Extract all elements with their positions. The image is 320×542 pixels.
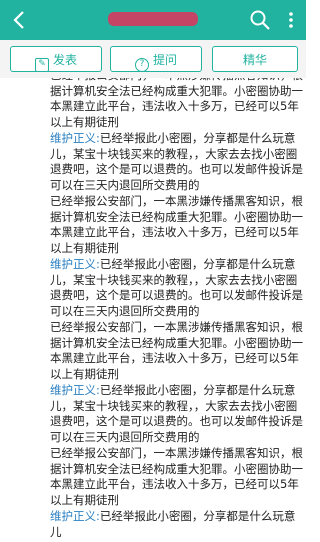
action-bar: ✎ 发表 ? 提问 精华: [0, 40, 306, 78]
post-item: 维护正义:已经举报此小密圈，分享都是什么玩意儿，某宝十块钱买来的教程，，大家去去…: [50, 131, 306, 193]
post-author[interactable]: 维护正义:: [50, 131, 100, 145]
post-item: 已经举报公安部门，一本黑涉嫌传播黑客知识，根据计算机安全法已经构成重大犯罪。小密…: [50, 446, 306, 508]
edit-icon: ✎: [34, 58, 49, 72]
more-vertical-icon[interactable]: [282, 8, 300, 32]
post-item: 已经举报公安部门，一本黑涉嫌传播黑客知识，根据计算机安全法已经构成重大犯罪。小密…: [50, 320, 306, 382]
post-author[interactable]: 维护正义:: [50, 383, 100, 397]
top-bar: [0, 0, 306, 40]
post-author[interactable]: 维护正义:: [50, 509, 100, 523]
post-item: 维护正义:已经举报此小密圈，分享都是什么玩意儿，某宝十块钱买来的教程，，大家去去…: [50, 257, 306, 319]
post-button[interactable]: ✎ 发表: [10, 46, 102, 72]
post-item: 已经举报公安部门，一本黑涉嫌传播黑客知识，根据计算机安全法已经构成重大犯罪。小密…: [50, 78, 306, 130]
ask-button[interactable]: ? 提问: [110, 46, 202, 72]
featured-button-label: 精华: [242, 53, 267, 67]
post-item: 已经举报公安部门，一本黑涉嫌传播黑客知识，根据计算机安全法已经构成重大犯罪。小密…: [50, 194, 306, 256]
post-item: 维护正义:已经举报此小密圈，分享都是什么玩意儿，某宝十块钱买来的教程，，大家去去…: [50, 383, 306, 445]
featured-button[interactable]: 精华: [212, 46, 298, 72]
post-list: 已经举报公安部门，一本黑涉嫌传播黑客知识，根据计算机安全法已经构成重大犯罪。小密…: [50, 78, 306, 542]
search-icon[interactable]: [248, 8, 272, 32]
post-text: 已经举报公安部门，一本黑涉嫌传播黑客知识，根据计算机安全法已经构成重大犯罪。小密…: [50, 320, 303, 381]
post-item: 维护正义:已经举报此小密圈，分享都是什么玩意儿: [50, 509, 306, 540]
post-button-label: 发表: [52, 53, 77, 67]
question-icon: ?: [134, 58, 149, 72]
post-text: 已经举报公安部门，一本黑涉嫌传播黑客知识，根据计算机安全法已经构成重大犯罪。小密…: [50, 194, 303, 255]
redacted-title: [108, 12, 198, 26]
post-author[interactable]: 维护正义:: [50, 257, 100, 271]
ask-button-label: 提问: [152, 53, 177, 67]
post-text: 已经举报公安部门，一本黑涉嫌传播黑客知识，根据计算机安全法已经构成重大犯罪。小密…: [50, 78, 303, 129]
post-text: 已经举报公安部门，一本黑涉嫌传播黑客知识，根据计算机安全法已经构成重大犯罪。小密…: [50, 446, 303, 507]
back-arrow-icon[interactable]: [8, 6, 32, 34]
